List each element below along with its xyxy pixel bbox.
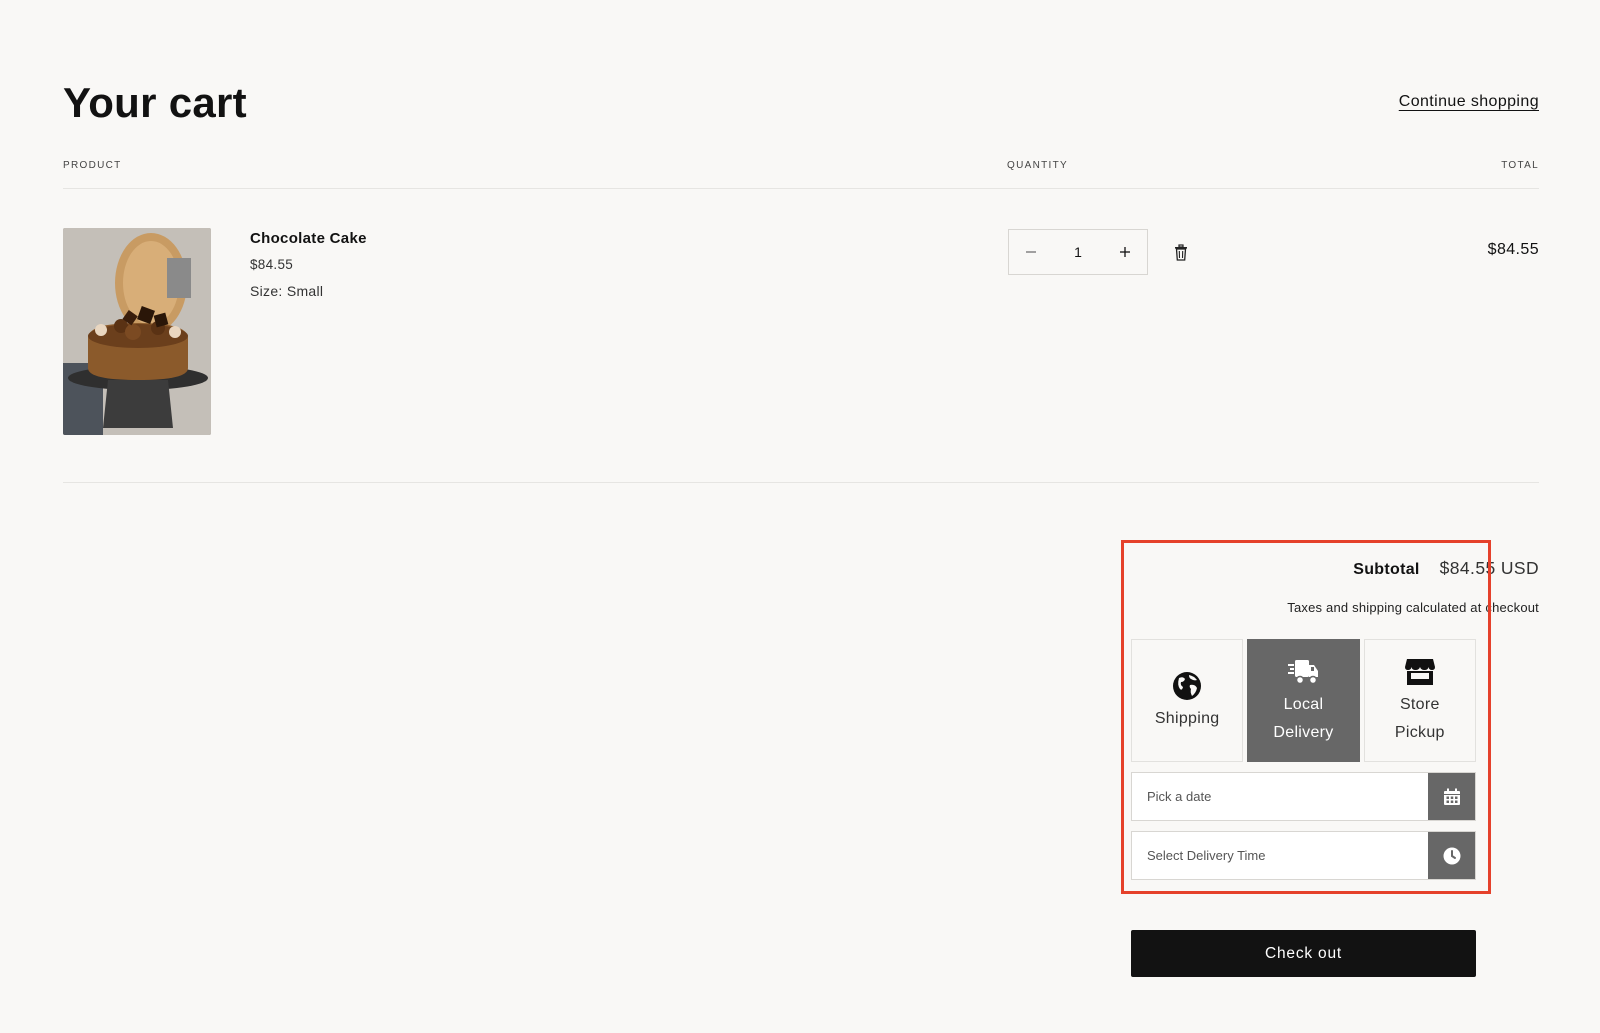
clock-icon [1443,847,1460,864]
table-divider [63,188,1539,189]
calendar-icon [1443,788,1460,805]
delivery-time-field [1131,831,1476,880]
delivery-date-field [1131,772,1476,821]
trash-icon [1175,244,1187,261]
page-title: Your cart [63,79,247,126]
quantity-stepper: 1 [1008,229,1148,275]
delivery-date-input[interactable] [1132,773,1428,820]
delivery-method-selector: Shipping Local Delivery Store Pickup [1131,639,1476,762]
cart-header: Your cart Continue shopping [63,78,1539,128]
product-unit-price: $84.55 [250,257,294,272]
delivery-time-input[interactable] [1132,832,1428,879]
delivery-method-label: Local Delivery [1273,695,1334,741]
column-header-product: PRODUCT [63,160,122,171]
quantity-input[interactable]: 1 [1053,244,1103,260]
product-variant: Size: Small [250,283,324,299]
time-picker-button[interactable] [1428,832,1475,879]
column-header-total: TOTAL [1501,160,1539,171]
line-item-total: $84.55 [1487,241,1539,258]
continue-shopping-link[interactable]: Continue shopping [1399,93,1539,111]
product-image[interactable] [63,228,211,435]
decrease-quantity-button[interactable] [1009,230,1053,274]
delivery-method-label: Shipping [1154,709,1220,727]
delivery-method-store-pickup[interactable]: Store Pickup [1363,639,1476,762]
minus-icon [1026,251,1036,253]
delivery-method-shipping[interactable]: Shipping [1131,639,1244,762]
chocolate-cake-photo [63,228,211,435]
product-name[interactable]: Chocolate Cake [250,230,367,247]
globe-icon [1173,671,1202,700]
delivery-method-local-delivery[interactable]: Local Delivery [1247,639,1360,762]
delivery-method-label: Store Pickup [1394,695,1445,741]
remove-item-button[interactable] [1172,244,1190,262]
date-picker-button[interactable] [1428,773,1475,820]
plus-icon [1120,247,1130,257]
column-header-quantity: QUANTITY [1007,160,1068,171]
checkout-button[interactable]: Check out [1131,930,1476,977]
table-divider [63,482,1539,483]
delivery-truck-icon [1288,659,1319,684]
storefront-icon [1404,658,1435,685]
increase-quantity-button[interactable] [1103,230,1147,274]
